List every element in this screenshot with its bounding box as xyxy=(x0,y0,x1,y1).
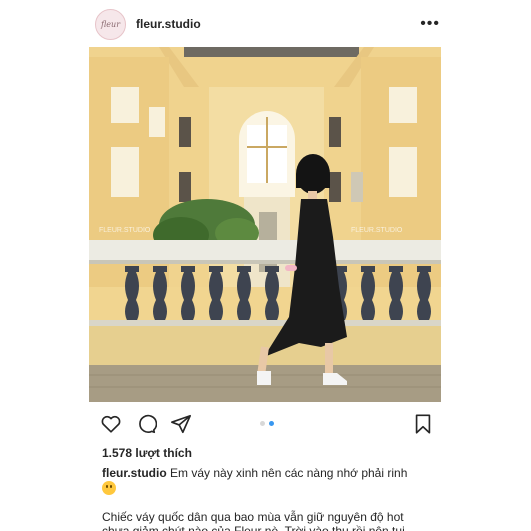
caption-continued: Chiếc váy quốc dân qua bao mùa vẫn giữ n… xyxy=(102,510,405,531)
watermark-left: FLEUR.STUDIO xyxy=(99,227,151,234)
carousel-dot xyxy=(260,421,265,426)
smiley-emoji-icon xyxy=(102,481,116,495)
bookmark-icon[interactable] xyxy=(412,413,434,435)
likes-count[interactable]: 1.578 lượt thích xyxy=(102,446,192,460)
avatar[interactable]: fleur xyxy=(95,8,126,40)
photo-scene: FLEUR.STUDIO FLEUR.STUDIO xyxy=(89,47,441,402)
share-icon[interactable] xyxy=(170,413,192,435)
carousel-dot-active xyxy=(269,421,274,426)
post-header: fleur fleur.studio ••• xyxy=(95,8,440,40)
avatar-logo: fleur xyxy=(100,19,121,29)
carousel-indicator xyxy=(260,421,274,426)
post-photo[interactable]: FLEUR.STUDIO FLEUR.STUDIO xyxy=(89,47,441,402)
watermark-right: FLEUR.STUDIO xyxy=(351,227,403,234)
caption-text: Em váy này xinh nên các nàng nhớ phải ri… xyxy=(170,466,408,480)
caption: fleur.studio Em váy này xinh nên các nàn… xyxy=(102,465,432,497)
more-icon[interactable]: ••• xyxy=(420,16,440,32)
comment-icon[interactable] xyxy=(135,413,157,435)
caption-username[interactable]: fleur.studio xyxy=(102,466,167,480)
heart-icon[interactable] xyxy=(100,413,122,435)
post-username[interactable]: fleur.studio xyxy=(136,17,201,31)
action-bar xyxy=(100,413,432,435)
